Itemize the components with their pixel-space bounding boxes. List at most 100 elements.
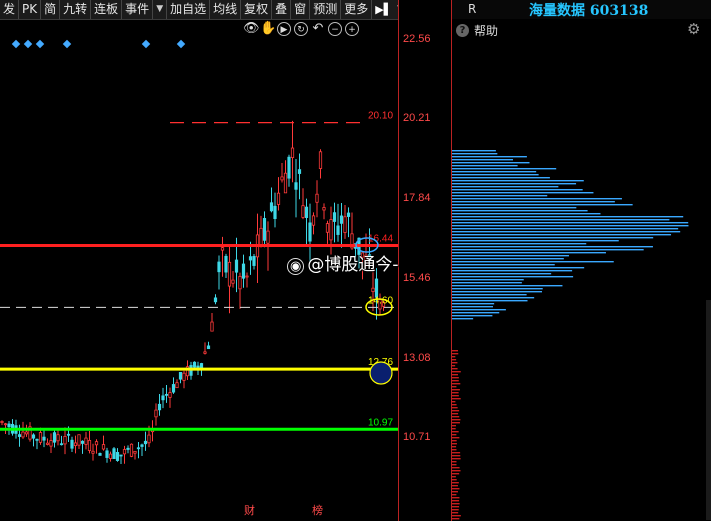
profile-bar [452,165,518,167]
candle-body [343,216,347,233]
candle-body [297,169,302,174]
profile-bar [452,380,459,382]
price-tick: 17.84 [403,192,431,204]
profile-bar [452,258,564,260]
event-diamond-icon[interactable] [23,39,33,49]
profile-bar [452,425,456,427]
profile-bar [452,470,461,472]
price-tick: 22.56 [403,33,431,45]
candle-body [224,255,228,273]
candle-body [178,372,183,380]
scrollbar[interactable] [706,300,711,520]
candle-body [318,151,323,169]
profile-bar [452,201,615,203]
candle-body [136,447,141,450]
financial-report-marker[interactable]: 财 [244,502,255,518]
candle-body [164,393,169,396]
candle-body [182,372,186,381]
volume-profile [452,150,689,520]
profile-bar [452,404,457,406]
profile-bar [452,485,458,487]
profile-bar [452,398,461,400]
profile-bar [452,437,460,439]
profile-bar [452,249,644,251]
watermark: ◉ @博股通今- [287,250,398,275]
event-diamond-icon[interactable] [62,39,72,49]
profile-bar [452,186,559,188]
candle-body [192,361,197,368]
candle-body [147,434,151,444]
profile-bar [452,383,461,385]
profile-bar [452,279,524,281]
price-tick: 13.08 [403,352,431,364]
candle-body [126,447,130,450]
profile-bar [452,282,522,284]
candle-body [105,450,109,458]
profile-bar [452,359,457,361]
candle-body [238,275,242,290]
price-axis: 22.56 20.21 17.84 15.46 13.08 10.71 [398,0,452,521]
candle-body [56,434,60,442]
profile-bar [452,213,601,215]
profile-bar [452,207,577,209]
candle-body [311,215,316,226]
candle-body [273,205,277,219]
candle-body [52,432,57,443]
profile-bar [452,512,459,514]
candle-body [199,363,204,369]
candle-body [108,453,113,459]
candle-body [332,212,337,222]
profile-bar [452,350,458,352]
profile-bar [452,434,457,436]
profile-bar [452,318,474,320]
candle-body [259,227,263,246]
profile-bar [452,392,459,394]
profile-bar [452,389,460,391]
event-diamond-icon[interactable] [141,39,151,49]
profile-bar [452,168,557,170]
candle-body [269,202,274,212]
profile-bar [452,174,539,176]
profile-bar [452,422,460,424]
candle-body [122,449,127,455]
candle-body [42,436,46,441]
profile-bar [452,300,528,302]
profile-bar [452,198,622,200]
profile-bar [452,150,496,152]
candle-body [35,438,39,441]
profile-bar [452,315,493,317]
event-diamond-icon[interactable] [11,39,21,49]
profile-bar [452,177,550,179]
profile-bar [452,261,614,263]
candle-body [203,351,207,354]
candle-body [290,147,295,159]
candle-body [63,436,67,445]
ranking-marker[interactable]: 榜 [312,502,323,518]
profile-bar [452,371,461,373]
profile-bar [452,491,458,493]
profile-bar [452,195,548,197]
candle-body [206,345,211,350]
profile-bar [452,506,460,508]
candle-body [115,452,120,461]
profile-bar [452,482,459,484]
profile-bar [452,413,459,415]
profile-bar [452,243,587,245]
profile-bar [452,431,459,433]
candle-body [346,212,351,217]
watermark-text: @博股通今- [307,255,399,275]
event-diamond-icon[interactable] [176,39,186,49]
profile-bar [452,255,569,257]
candle-body [0,421,4,423]
event-diamond-icon[interactable] [35,39,45,49]
candle-body [325,223,330,233]
candle-body [133,450,137,454]
profile-bar [452,288,543,290]
level-label: 10.97 [368,417,393,428]
candle-body [301,205,305,218]
profile-bar [452,234,672,236]
candle-body [294,182,298,190]
profile-bar [452,368,458,370]
profile-bar [452,267,585,269]
profile-bar [452,455,461,457]
